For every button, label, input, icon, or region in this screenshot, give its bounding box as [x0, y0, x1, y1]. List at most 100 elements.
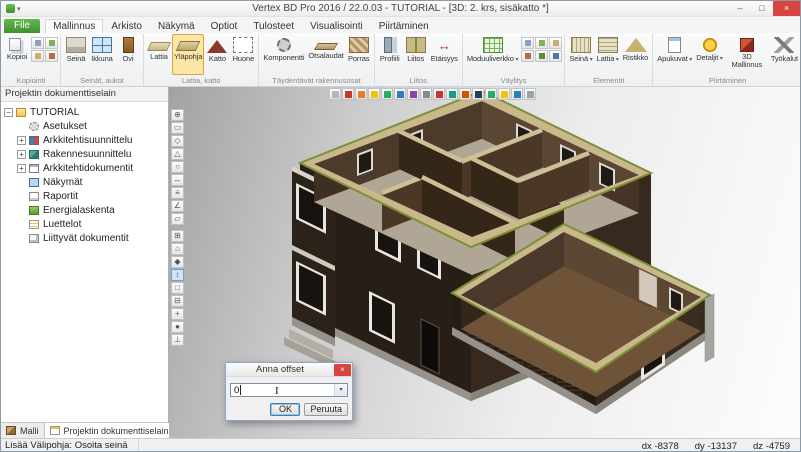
- tree-item-asetukset[interactable]: Asetukset: [4, 119, 168, 133]
- ribbon-button-3d-mallinnus[interactable]: 3D Mallinnus: [725, 34, 769, 75]
- ribbon-button-porras[interactable]: Porras: [346, 34, 372, 75]
- ribbon-button-detaljit[interactable]: Detaljit: [694, 34, 725, 75]
- viewport-tool-icon[interactable]: [524, 88, 536, 100]
- viewport-tool-icon[interactable]: [394, 88, 406, 100]
- tab-tulosteet[interactable]: Tulosteet: [245, 19, 302, 33]
- node-tool-icon[interactable]: [171, 321, 184, 333]
- dialog-close-button[interactable]: ×: [334, 364, 351, 376]
- ribbon-button-seina[interactable]: Seinä: [63, 34, 89, 75]
- ribbon-button-elementti-seina[interactable]: Seinä: [567, 34, 594, 75]
- ribbon-small-button[interactable]: [521, 50, 534, 62]
- diamond-tool-icon[interactable]: [171, 135, 184, 147]
- viewport-tool-icon[interactable]: [420, 88, 432, 100]
- offset-tool-icon[interactable]: [171, 269, 184, 281]
- measure-tool-icon[interactable]: [171, 174, 184, 186]
- expand-icon[interactable]: [17, 136, 26, 145]
- tab-piirtaminen[interactable]: Piirtäminen: [371, 19, 437, 33]
- tree-item-luettelot[interactable]: Luettelot: [4, 217, 168, 231]
- ribbon-small-button[interactable]: [535, 37, 548, 49]
- maximize-button[interactable]: □: [751, 1, 773, 16]
- close-button[interactable]: ×: [773, 1, 800, 16]
- ribbon-button-kopioi[interactable]: Kopioi: [4, 34, 30, 75]
- box-tool-icon[interactable]: [171, 282, 184, 294]
- viewport-tool-icon[interactable]: [355, 88, 367, 100]
- ribbon-small-button[interactable]: [521, 37, 534, 49]
- triangle-tool-icon[interactable]: [171, 148, 184, 160]
- ribbon-button-ovi[interactable]: Ovi: [115, 34, 141, 75]
- tree-item-rakennesuunnittelu[interactable]: Rakennesuunnittelu: [4, 147, 168, 161]
- viewport-tool-icon[interactable]: [485, 88, 497, 100]
- ribbon-button-ylapohja[interactable]: Yläpohja: [172, 34, 204, 75]
- ribbon-button-elementti-lattia[interactable]: Lattia: [595, 34, 621, 75]
- ok-button[interactable]: OK: [270, 403, 300, 416]
- add-tool-icon[interactable]: [171, 308, 184, 320]
- tab-nakyma[interactable]: Näkymä: [150, 19, 203, 33]
- ribbon-button-profiili[interactable]: Profiili: [377, 34, 403, 75]
- expand-icon[interactable]: [17, 164, 26, 173]
- ribbon-small-button[interactable]: [549, 37, 562, 49]
- parallel-tool-icon[interactable]: [171, 213, 184, 225]
- file-menu[interactable]: File: [4, 19, 40, 33]
- layers-tool-icon[interactable]: [171, 187, 184, 199]
- ribbon-button-moduuliverkko[interactable]: Moduuliverkko: [465, 34, 521, 75]
- offset-value-input[interactable]: 0 ▾: [230, 383, 348, 397]
- tree-item-liittyvat-dokumentit[interactable]: Liittyvät dokumentit: [4, 231, 168, 245]
- viewport-tool-icon[interactable]: [368, 88, 380, 100]
- app-logo-icon[interactable]: [6, 4, 15, 13]
- ribbon-button-otsalaudat[interactable]: Otsalaudat: [306, 34, 345, 75]
- ribbon-button-lattia[interactable]: Lattia: [146, 34, 172, 75]
- tab-mallinnus[interactable]: Mallinnus: [45, 19, 103, 33]
- ribbon-button-komponentti[interactable]: Komponentti: [261, 34, 306, 75]
- tab-arkisto[interactable]: Arkisto: [103, 19, 150, 33]
- tree-item-arkkitehtidokumentit[interactable]: Arkkitehtidokumentit: [4, 161, 168, 175]
- tree-item-energialaskenta[interactable]: Energialaskenta: [4, 203, 168, 217]
- grid-tool-icon[interactable]: [171, 230, 184, 242]
- point-tool-icon[interactable]: [171, 256, 184, 268]
- ribbon-small-button[interactable]: [31, 37, 44, 49]
- ribbon-small-button[interactable]: [45, 50, 58, 62]
- ribbon-button-katto[interactable]: Katto: [204, 34, 230, 75]
- perpendicular-tool-icon[interactable]: [171, 334, 184, 346]
- collapse-icon[interactable]: [4, 108, 13, 117]
- viewport-tool-icon[interactable]: [498, 88, 510, 100]
- viewport[interactable]: Anna offset × 0 ▾ OK Peruuta: [169, 87, 800, 438]
- ribbon-button-apukuvat[interactable]: Apukuvat: [655, 34, 694, 75]
- viewport-tool-icon[interactable]: [511, 88, 523, 100]
- angle-tool-icon[interactable]: [171, 200, 184, 212]
- ribbon-button-tyokalut[interactable]: Työkalut: [769, 34, 800, 75]
- ribbon-small-button[interactable]: [45, 37, 58, 49]
- dialog-titlebar[interactable]: Anna offset ×: [226, 363, 352, 377]
- home-view-icon[interactable]: [171, 243, 184, 255]
- ribbon-button-ristikko[interactable]: Ristikko: [621, 34, 650, 75]
- ribbon-button-liitos[interactable]: Liitos: [403, 34, 429, 75]
- circle-tool-icon[interactable]: [171, 161, 184, 173]
- tab-visualisointi[interactable]: Visualisointi: [302, 19, 371, 33]
- ribbon-small-button[interactable]: [549, 50, 562, 62]
- combo-dropdown-icon[interactable]: ▾: [334, 384, 347, 396]
- tab-malli[interactable]: Malli: [1, 423, 45, 438]
- cancel-button[interactable]: Peruuta: [304, 403, 348, 416]
- viewport-tool-icon[interactable]: [472, 88, 484, 100]
- viewport-tool-icon[interactable]: [407, 88, 419, 100]
- rect-tool-icon[interactable]: [171, 122, 184, 134]
- minimize-button[interactable]: –: [729, 1, 751, 16]
- expand-icon[interactable]: [17, 150, 26, 159]
- collapse-tool-icon[interactable]: [171, 295, 184, 307]
- quick-access-dropdown-icon[interactable]: ▾: [17, 5, 21, 13]
- ribbon-small-button[interactable]: [31, 50, 44, 62]
- viewport-tool-icon[interactable]: [329, 88, 341, 100]
- tree-item-arkkitehtisuunnittelu[interactable]: Arkkitehtisuunnittelu: [4, 133, 168, 147]
- tree-item-root[interactable]: TUTORIAL: [4, 105, 168, 119]
- viewport-tool-icon[interactable]: [459, 88, 471, 100]
- viewport-tool-icon[interactable]: [381, 88, 393, 100]
- ribbon-small-button[interactable]: [535, 50, 548, 62]
- viewport-tool-icon[interactable]: [433, 88, 445, 100]
- tree-item-nakymat[interactable]: Näkymät: [4, 175, 168, 189]
- snap-tool-icon[interactable]: [171, 109, 184, 121]
- ribbon-button-ikkuna[interactable]: Ikkuna: [89, 34, 115, 75]
- ribbon-button-huone[interactable]: Huone: [230, 34, 256, 75]
- tab-dokumenttiselain[interactable]: Projektin dokumenttiselain: [45, 423, 175, 438]
- tab-optiot[interactable]: Optiot: [203, 19, 246, 33]
- viewport-tool-icon[interactable]: [342, 88, 354, 100]
- tree-item-raportit[interactable]: Raportit: [4, 189, 168, 203]
